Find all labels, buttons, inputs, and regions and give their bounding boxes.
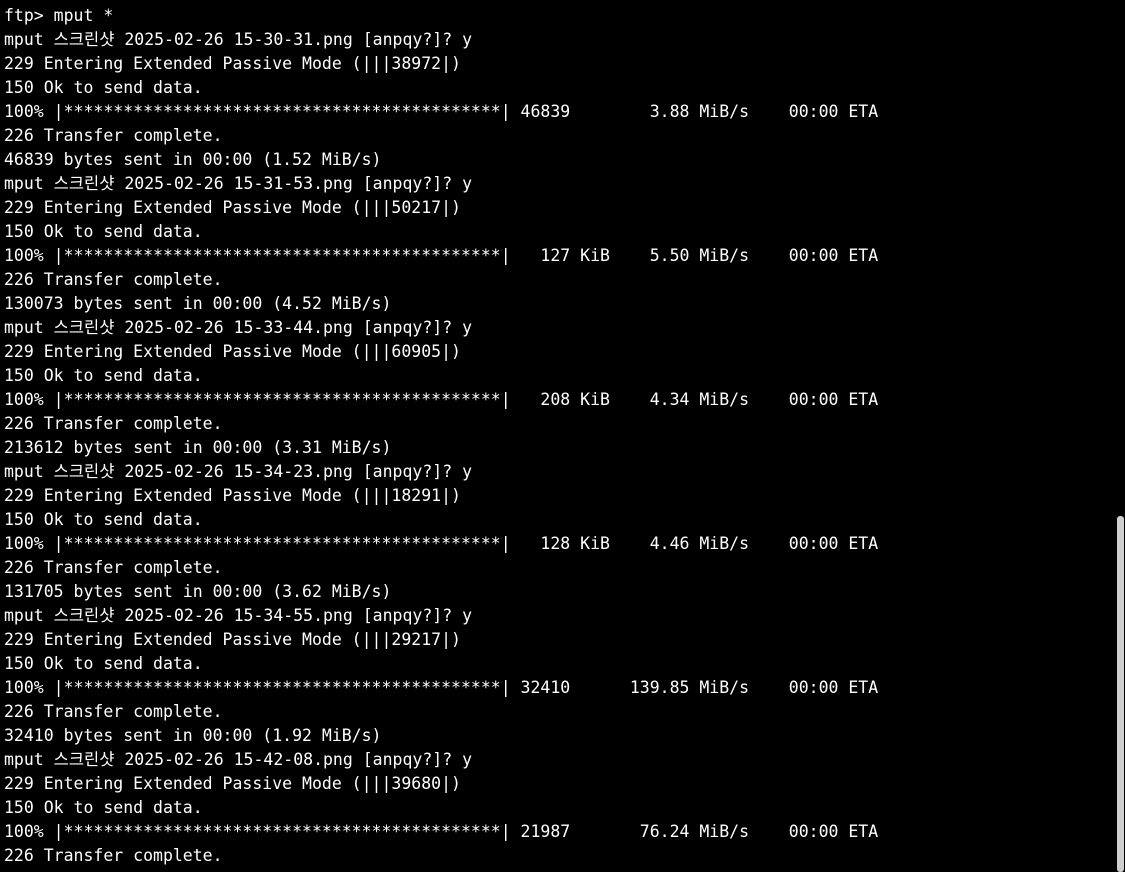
terminal-line: 32410 bytes sent in 00:00 (1.92 MiB/s) [4, 726, 382, 745]
terminal-line: ftp> mput * [4, 6, 114, 25]
terminal-line: 100% |**********************************… [4, 678, 879, 697]
terminal-line: 130073 bytes sent in 00:00 (4.52 MiB/s) [4, 294, 392, 313]
terminal-line: 226 Transfer complete. [4, 846, 223, 865]
terminal-line: 150 Ok to send data. [4, 366, 203, 385]
terminal-line: 150 Ok to send data. [4, 654, 203, 673]
terminal-line: mput 스크린샷 2025-02-26 15-34-23.png [anpqy… [4, 462, 473, 481]
terminal-line: 229 Entering Extended Passive Mode (|||2… [4, 630, 461, 649]
terminal-line: 150 Ok to send data. [4, 78, 203, 97]
terminal-line: 229 Entering Extended Passive Mode (|||3… [4, 774, 461, 793]
terminal-line: 226 Transfer complete. [4, 558, 223, 577]
terminal-line: 213612 bytes sent in 00:00 (3.31 MiB/s) [4, 438, 392, 457]
terminal-line: 229 Entering Extended Passive Mode (|||3… [4, 54, 461, 73]
terminal-line: 100% |**********************************… [4, 390, 879, 409]
terminal-line: 229 Entering Extended Passive Mode (|||6… [4, 342, 461, 361]
terminal-line: 46839 bytes sent in 00:00 (1.52 MiB/s) [4, 150, 382, 169]
terminal-line: mput 스크린샷 2025-02-26 15-31-53.png [anpqy… [4, 174, 473, 193]
terminal-line: mput 스크린샷 2025-02-26 15-33-44.png [anpqy… [4, 318, 473, 337]
terminal-line: 100% |**********************************… [4, 246, 879, 265]
terminal-window[interactable]: ftp> mput * mput 스크린샷 2025-02-26 15-30-3… [0, 0, 1116, 872]
terminal-line: 150 Ok to send data. [4, 798, 203, 817]
terminal-line: 226 Transfer complete. [4, 270, 223, 289]
terminal-line: mput 스크린샷 2025-02-26 15-30-31.png [anpqy… [4, 30, 473, 49]
vertical-scrollbar[interactable] [1116, 0, 1125, 872]
terminal-line: 150 Ok to send data. [4, 222, 203, 241]
terminal-output: ftp> mput * mput 스크린샷 2025-02-26 15-30-3… [4, 4, 878, 868]
terminal-line: 226 Transfer complete. [4, 126, 223, 145]
terminal-line: 100% |**********************************… [4, 822, 879, 841]
terminal-line: mput 스크린샷 2025-02-26 15-34-55.png [anpqy… [4, 606, 473, 625]
terminal-line: 100% |**********************************… [4, 534, 879, 553]
terminal-line: 131705 bytes sent in 00:00 (3.62 MiB/s) [4, 582, 392, 601]
scrollbar-thumb[interactable] [1117, 516, 1124, 872]
terminal-line: mput 스크린샷 2025-02-26 15-42-08.png [anpqy… [4, 750, 473, 769]
terminal-line: 226 Transfer complete. [4, 702, 223, 721]
terminal-line: 229 Entering Extended Passive Mode (|||1… [4, 486, 461, 505]
terminal-line: 150 Ok to send data. [4, 510, 203, 529]
terminal-line: 229 Entering Extended Passive Mode (|||5… [4, 198, 461, 217]
terminal-line: 100% |**********************************… [4, 102, 879, 121]
terminal-line: 226 Transfer complete. [4, 414, 223, 433]
